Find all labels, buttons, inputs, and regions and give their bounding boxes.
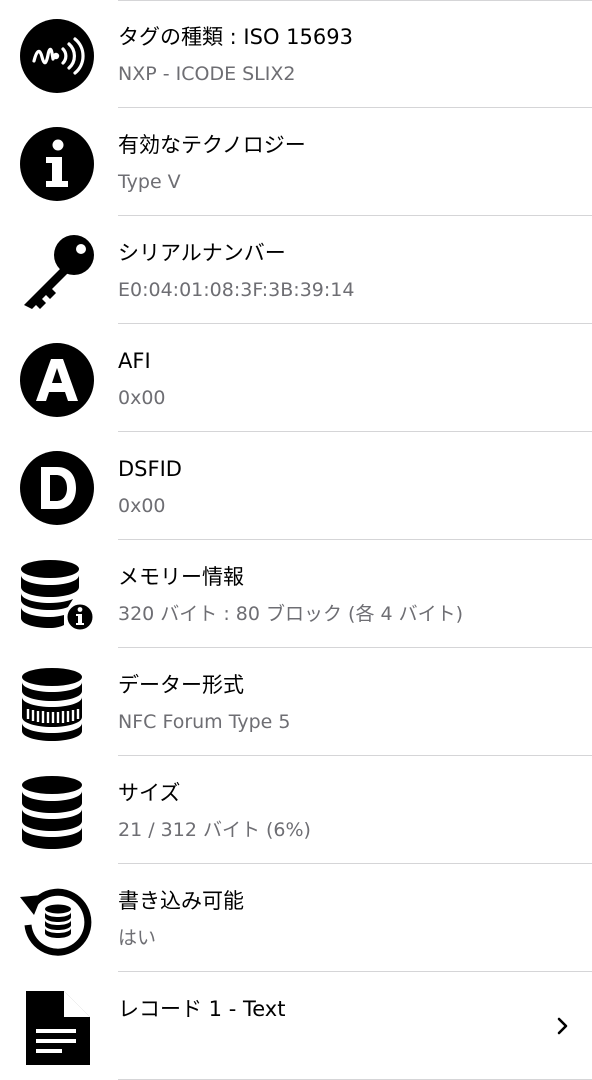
- row-size: サイズ 21 / 312 バイト (6%): [0, 756, 592, 864]
- row-title: レコード 1 - Text: [118, 997, 286, 1021]
- row-technologies: 有効なテクノロジー Type V: [0, 108, 592, 216]
- row-afi: AFI 0x00: [0, 324, 592, 432]
- tag-info-list: タグの種類 : ISO 15693 NXP - ICODE SLIX2 有効なテ…: [0, 0, 592, 1080]
- row-value: 21 / 312 バイト (6%): [118, 819, 311, 841]
- row-value: 0x00: [118, 387, 166, 409]
- row-value: はい: [118, 927, 157, 949]
- row-title: メモリー情報: [118, 565, 244, 589]
- row-value: NFC Forum Type 5: [118, 711, 291, 733]
- key-icon: [18, 233, 96, 311]
- row-value: 0x00: [118, 495, 166, 517]
- row-memory-info: メモリー情報 320 バイト : 80 ブロック (各 4 バイト): [0, 540, 592, 648]
- letter-a-icon: [18, 341, 96, 419]
- database-info-icon: [18, 557, 96, 635]
- row-tag-type: タグの種類 : ISO 15693 NXP - ICODE SLIX2: [0, 0, 592, 108]
- database-icon: [18, 773, 96, 851]
- row-value: NXP - ICODE SLIX2: [118, 63, 296, 85]
- letter-d-icon: [18, 449, 96, 527]
- row-title: 書き込み可能: [118, 889, 244, 913]
- row-title: AFI: [118, 349, 151, 373]
- row-record-1[interactable]: レコード 1 - Text: [0, 972, 592, 1080]
- row-value: 320 バイト : 80 ブロック (各 4 バイト): [118, 603, 464, 625]
- row-title: 有効なテクノロジー: [118, 133, 306, 157]
- row-serial-number: シリアルナンバー E0:04:01:08:3F:3B:39:14: [0, 216, 592, 324]
- nfc-signal-icon: [18, 17, 96, 95]
- row-data-format: データー形式 NFC Forum Type 5: [0, 648, 592, 756]
- chevron-right-icon: [556, 1016, 570, 1036]
- info-icon: [18, 125, 96, 203]
- row-title: シリアルナンバー: [118, 241, 286, 265]
- database-rewrite-icon: [18, 881, 96, 959]
- row-dsfid: DSFID 0x00: [0, 432, 592, 540]
- row-title: タグの種類 : ISO 15693: [118, 25, 353, 49]
- row-title: DSFID: [118, 457, 182, 481]
- row-value: Type V: [118, 171, 181, 193]
- row-title: サイズ: [118, 781, 181, 805]
- row-value: E0:04:01:08:3F:3B:39:14: [118, 279, 355, 301]
- document-text-icon: [18, 989, 96, 1067]
- row-writable: 書き込み可能 はい: [0, 864, 592, 972]
- row-title: データー形式: [118, 673, 244, 697]
- database-format-icon: [18, 665, 96, 743]
